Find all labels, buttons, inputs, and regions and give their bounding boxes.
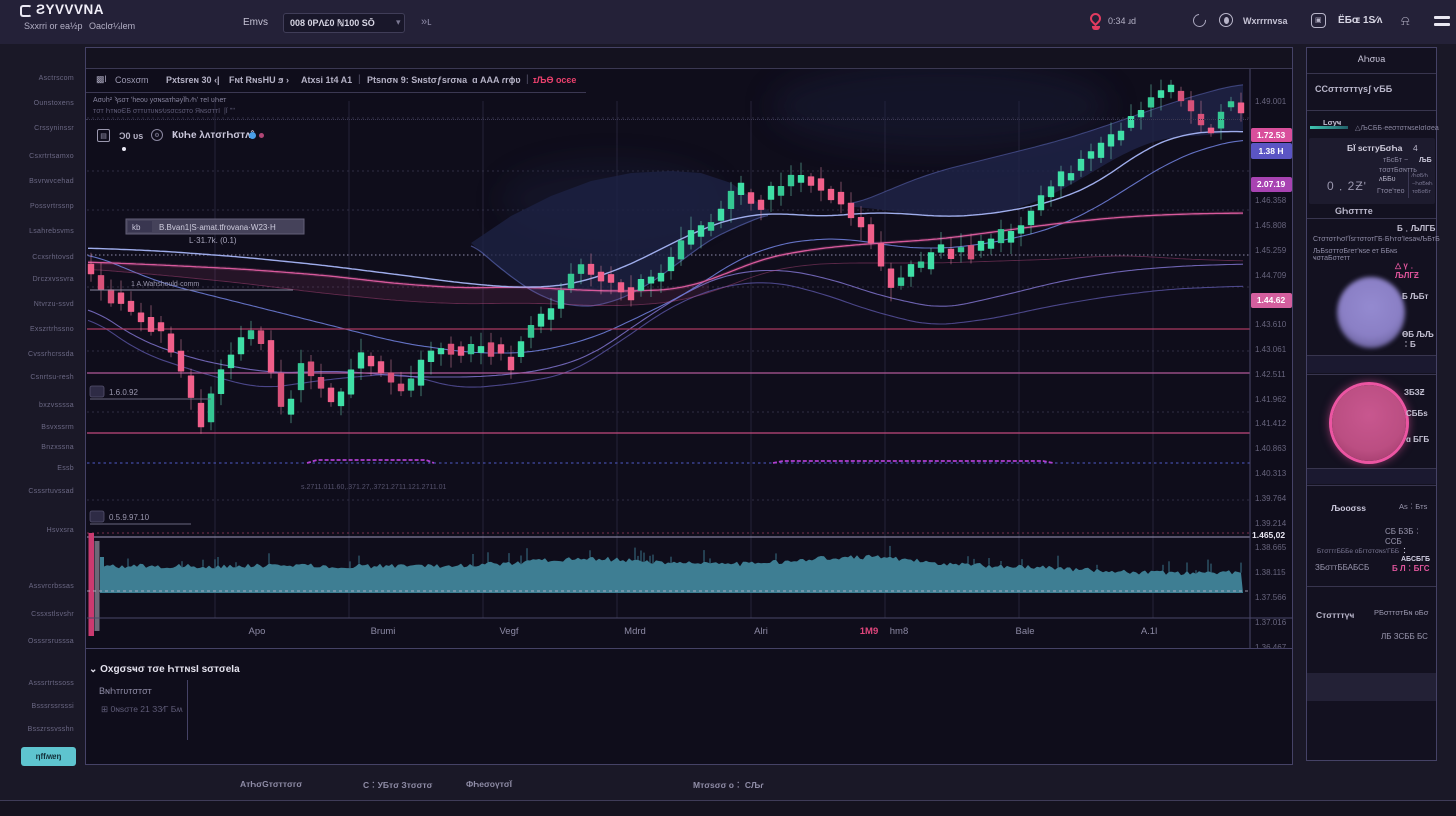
svg-text:1.37.016: 1.37.016 <box>1255 618 1287 627</box>
svg-text:0.5.9.97.10: 0.5.9.97.10 <box>109 513 150 522</box>
svg-text:Vegf: Vegf <box>499 626 518 637</box>
svg-text:1M9: 1M9 <box>860 626 878 637</box>
svg-text:1.41.962: 1.41.962 <box>1255 395 1287 404</box>
svg-text:1.38 H: 1.38 H <box>1258 146 1283 156</box>
svg-text:1.41.412: 1.41.412 <box>1255 419 1287 428</box>
svg-text:1.42.511: 1.42.511 <box>1255 370 1286 379</box>
svg-text:1.37.566: 1.37.566 <box>1255 593 1287 602</box>
svg-text:1.43.610: 1.43.610 <box>1255 320 1287 329</box>
svg-text:1.45.259: 1.45.259 <box>1255 246 1287 255</box>
svg-text:1.72.53: 1.72.53 <box>1257 130 1286 140</box>
svg-text:1 A.Wahshould·comm: 1 A.Wahshould·comm <box>131 281 199 288</box>
svg-text:1.38.665: 1.38.665 <box>1255 543 1287 552</box>
svg-text:1.43.061: 1.43.061 <box>1255 345 1287 354</box>
svg-text:Alri: Alri <box>754 626 768 637</box>
svg-text:1.6.0.92: 1.6.0.92 <box>109 388 138 397</box>
svg-text:s.2711.011.60,.371.27,.3721.27: s.2711.011.60,.371.27,.3721.2711.121.271… <box>301 484 447 491</box>
svg-text:1.44.62: 1.44.62 <box>1257 295 1286 305</box>
svg-text:Brumi: Brumi <box>371 626 396 637</box>
svg-text:1.39.214: 1.39.214 <box>1255 519 1287 528</box>
svg-text:kb: kb <box>132 223 141 232</box>
svg-text:Apo: Apo <box>249 626 266 637</box>
svg-text:hm8: hm8 <box>890 626 908 637</box>
svg-text:1.46.358: 1.46.358 <box>1255 196 1287 205</box>
svg-text:1.44.709: 1.44.709 <box>1255 271 1287 280</box>
svg-text:1.40.313: 1.40.313 <box>1255 469 1287 478</box>
svg-text:1.465,02: 1.465,02 <box>1252 530 1285 540</box>
svg-text:1.45.808: 1.45.808 <box>1255 221 1287 230</box>
svg-text:B.Bvan1|S·amat.tfrovana·W23·H: B.Bvan1|S·amat.tfrovana·W23·H <box>159 223 276 232</box>
svg-text:A.1l: A.1l <box>1141 626 1157 637</box>
svg-text:2.07.19: 2.07.19 <box>1257 179 1286 189</box>
svg-text:1.38.115: 1.38.115 <box>1255 568 1286 577</box>
svg-text:Bale: Bale <box>1015 626 1034 637</box>
svg-text:Mdrd: Mdrd <box>624 626 646 637</box>
svg-text:L·31.7k. (0.1): L·31.7k. (0.1) <box>189 236 237 245</box>
svg-text:1.49.001: 1.49.001 <box>1255 97 1287 106</box>
svg-text:1.39.764: 1.39.764 <box>1255 494 1287 503</box>
svg-text:1.40.863: 1.40.863 <box>1255 444 1287 453</box>
